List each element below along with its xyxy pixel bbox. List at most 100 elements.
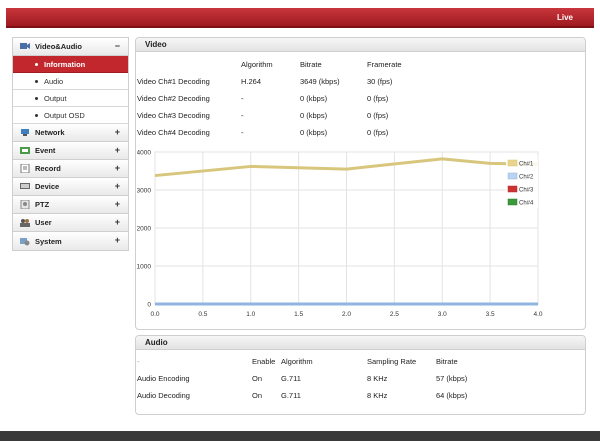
submenu-label: Output <box>44 93 67 103</box>
algorithm-value: G.711 <box>281 374 301 383</box>
sampling-rate-value: 8 KHz <box>367 374 388 383</box>
submenu-label: Information <box>44 59 86 69</box>
framerate-value: 0 (fps) <box>367 94 389 103</box>
menu-label: Event <box>35 146 56 155</box>
legend-swatch <box>507 159 518 167</box>
menu-record[interactable]: Record + <box>13 160 128 178</box>
menu-device[interactable]: Device + <box>13 178 128 196</box>
y-tick-label: 2000 <box>137 226 151 233</box>
menu-label: Network <box>35 128 65 137</box>
video-table: Algorithm Bitrate Framerate Video Ch#1 D… <box>137 60 577 145</box>
menu-label: PTZ <box>35 200 50 209</box>
video-audio-icon <box>20 42 30 51</box>
legend-label: Ch#3 <box>519 188 534 194</box>
framerate-value: 0 (fps) <box>367 128 389 137</box>
bitrate-chart: 0 1000 2000 3000 4000 0.0 0.5 1.0 1.5 2.0 2.5 3.0 3.… <box>137 145 585 325</box>
legend-label: Ch#1 <box>519 162 534 168</box>
bitrate-value: 57 (kbps) <box>436 374 468 383</box>
legend-swatch <box>507 172 518 180</box>
top-bar: Live <box>6 8 594 28</box>
row-label: Audio Encoding <box>137 374 190 383</box>
column-header: Enable <box>252 357 276 366</box>
menu-network[interactable]: Network + <box>13 124 128 142</box>
expand-icon[interactable]: + <box>115 145 120 155</box>
table-row: Video Ch#2 Decoding - 0 (kbps) 0 (fps) <box>137 94 577 111</box>
collapse-icon[interactable]: − <box>115 41 120 51</box>
menu-user[interactable]: User + <box>13 214 128 232</box>
menu-video-audio[interactable]: Video&Audio − <box>13 38 128 56</box>
column-header: Sampling Rate <box>367 357 417 366</box>
system-icon <box>20 237 30 246</box>
bullet-icon <box>35 96 38 100</box>
legend-swatch <box>507 185 518 193</box>
table-header-row: Algorithm Bitrate Framerate <box>137 60 577 77</box>
expand-icon[interactable]: + <box>115 127 120 137</box>
expand-icon[interactable]: + <box>115 163 120 173</box>
row-label: Video Ch#4 Decoding <box>137 128 210 137</box>
expand-icon[interactable]: + <box>115 181 120 191</box>
menu-ptz[interactable]: PTZ + <box>13 196 128 214</box>
algorithm-value: - <box>241 94 244 103</box>
table-row: Video Ch#3 Decoding - 0 (kbps) 0 (fps) <box>137 111 577 128</box>
bitrate-value: 64 (kbps) <box>436 391 468 400</box>
x-tick-label: 2.0 <box>342 311 351 318</box>
menu-event[interactable]: Event + <box>13 142 128 160</box>
submenu-label: Audio <box>44 76 64 86</box>
submenu-audio[interactable]: Audio <box>13 73 128 90</box>
submenu-label: Output OSD <box>44 110 85 120</box>
menu-label: Device <box>35 182 60 191</box>
table-row: Audio Encoding On G.711 8 KHz 57 (kbps) <box>137 374 577 391</box>
expand-icon[interactable]: + <box>115 217 120 227</box>
bullet-icon <box>35 62 38 66</box>
y-tick-label: 4000 <box>137 150 151 157</box>
menu-label: Record <box>35 164 61 173</box>
y-tick-label: 1000 <box>137 264 151 271</box>
x-tick-label: 1.0 <box>246 311 255 318</box>
column-header: Bitrate <box>300 60 322 69</box>
menu-label: User <box>35 218 52 227</box>
audio-table: - Enable Algorithm Sampling Rate Bitrate… <box>137 357 577 408</box>
footer-bar <box>0 431 600 441</box>
bullet-icon <box>35 113 38 117</box>
x-tick-label: 3.5 <box>486 311 495 318</box>
x-tick-label: 0.5 <box>198 311 207 318</box>
framerate-value: 0 (fps) <box>367 111 389 120</box>
table-row: Video Ch#4 Decoding - 0 (kbps) 0 (fps) <box>137 128 577 145</box>
legend-label: Ch#2 <box>519 175 534 181</box>
table-header-row: - Enable Algorithm Sampling Rate Bitrate <box>137 357 577 374</box>
bitrate-value: 0 (kbps) <box>300 94 328 103</box>
bitrate-value: 0 (kbps) <box>300 128 328 137</box>
live-link[interactable]: Live <box>557 13 573 22</box>
framerate-value: 30 (fps) <box>367 77 393 86</box>
record-icon <box>20 163 30 174</box>
y-tick-label: 0 <box>147 302 151 309</box>
sampling-rate-value: 8 KHz <box>367 391 388 400</box>
x-tick-label: 1.5 <box>294 311 303 318</box>
legend-swatch <box>507 198 518 206</box>
network-icon <box>20 128 30 137</box>
submenu-output-osd[interactable]: Output OSD <box>13 107 128 124</box>
expand-icon[interactable]: + <box>115 199 120 209</box>
sidebar-menu: Video&Audio − Information Audio Output O… <box>12 37 129 251</box>
table-row: Video Ch#1 Decoding H.264 3649 (kbps) 30… <box>137 77 577 94</box>
x-tick-label: 3.0 <box>438 311 447 318</box>
submenu-output[interactable]: Output <box>13 90 128 107</box>
submenu-information[interactable]: Information <box>13 56 128 73</box>
column-header: Algorithm <box>281 357 313 366</box>
expand-icon[interactable]: + <box>115 235 120 245</box>
ptz-icon <box>20 199 30 210</box>
column-header: Bitrate <box>436 357 458 366</box>
menu-label: Video&Audio <box>35 42 82 51</box>
chart-canvas: 0 1000 2000 3000 4000 0.0 0.5 1.0 1.5 2.0 2.5 3.0 3.… <box>137 150 543 319</box>
bullet-icon <box>35 79 38 83</box>
panel-title: Video <box>136 38 585 52</box>
row-label: Video Ch#3 Decoding <box>137 111 210 120</box>
menu-label: System <box>35 236 62 246</box>
row-label: Audio Decoding <box>137 391 190 400</box>
menu-system[interactable]: System + <box>13 232 128 250</box>
bitrate-value: 3649 (kbps) <box>300 77 340 86</box>
x-tick-label: 0.0 <box>150 311 159 318</box>
user-icon <box>20 218 30 227</box>
y-tick-label: 3000 <box>137 188 151 195</box>
x-tick-label: 2.5 <box>390 311 399 318</box>
